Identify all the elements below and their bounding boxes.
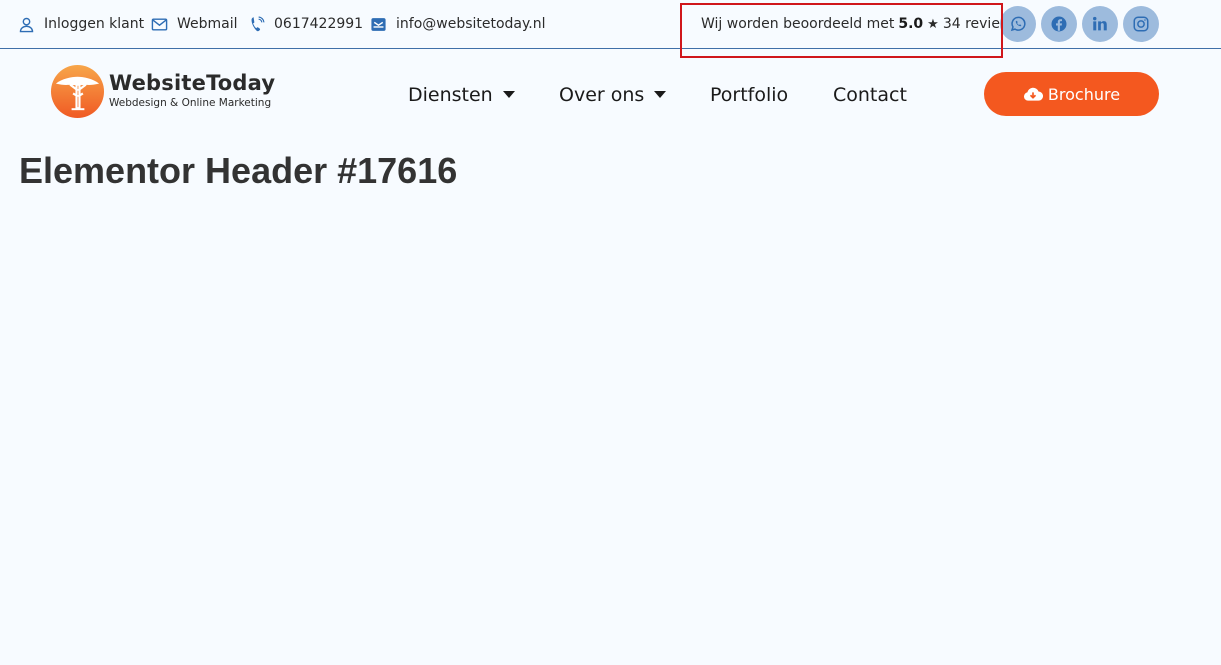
caret-down-icon: [654, 91, 667, 98]
facebook-button[interactable]: [1041, 6, 1077, 42]
site-logo[interactable]: WebsiteToday Webdesign & Online Marketin…: [50, 62, 280, 120]
linkedin-icon: [1093, 16, 1107, 31]
brochure-button[interactable]: Brochure: [984, 72, 1159, 116]
facebook-icon: [1051, 16, 1067, 32]
email-label: info@websitetoday.nl: [396, 16, 546, 32]
user-icon: [19, 17, 34, 32]
instagram-button[interactable]: [1123, 6, 1159, 42]
phone-icon: [251, 15, 265, 31]
nav-portfolio[interactable]: Portfolio: [710, 82, 788, 108]
phone-link[interactable]: 0617422991: [248, 12, 363, 36]
nav-contact[interactable]: Contact: [833, 82, 907, 108]
linkedin-button[interactable]: [1082, 6, 1118, 42]
cloud-download-icon: [1023, 87, 1043, 101]
review-highlight-box: [680, 3, 1003, 58]
acacia-tree-logo-icon: [50, 64, 105, 118]
webmail-link[interactable]: Webmail: [151, 12, 238, 36]
nav-diensten-label: Diensten: [408, 84, 493, 106]
mail-box-icon: [371, 17, 386, 31]
whatsapp-button[interactable]: [1000, 6, 1036, 42]
nav-diensten[interactable]: Diensten: [408, 82, 515, 108]
nav-portfolio-label: Portfolio: [710, 84, 789, 106]
webmail-label: Webmail: [177, 16, 238, 32]
caret-down-icon: [502, 91, 515, 98]
instagram-icon: [1133, 16, 1149, 32]
login-link[interactable]: Inloggen klant: [18, 12, 144, 36]
envelope-icon: [151, 17, 168, 31]
top-bar: Inloggen klant Webmail 0617422991 info@w…: [0, 0, 1221, 49]
brochure-label: Brochure: [1047, 84, 1121, 104]
page-title: Elementor Header #17616: [19, 150, 458, 191]
nav-over-ons-label: Over ons: [559, 84, 645, 106]
email-link[interactable]: info@websitetoday.nl: [370, 12, 546, 36]
nav-contact-label: Contact: [833, 84, 907, 106]
whatsapp-icon: [1010, 16, 1026, 32]
login-label: Inloggen klant: [44, 16, 145, 32]
phone-label: 0617422991: [274, 16, 364, 32]
nav-over-ons[interactable]: Over ons: [559, 82, 667, 108]
logo-name: WebsiteToday: [109, 71, 276, 96]
logo-tagline: Webdesign & Online Marketing: [109, 97, 272, 110]
